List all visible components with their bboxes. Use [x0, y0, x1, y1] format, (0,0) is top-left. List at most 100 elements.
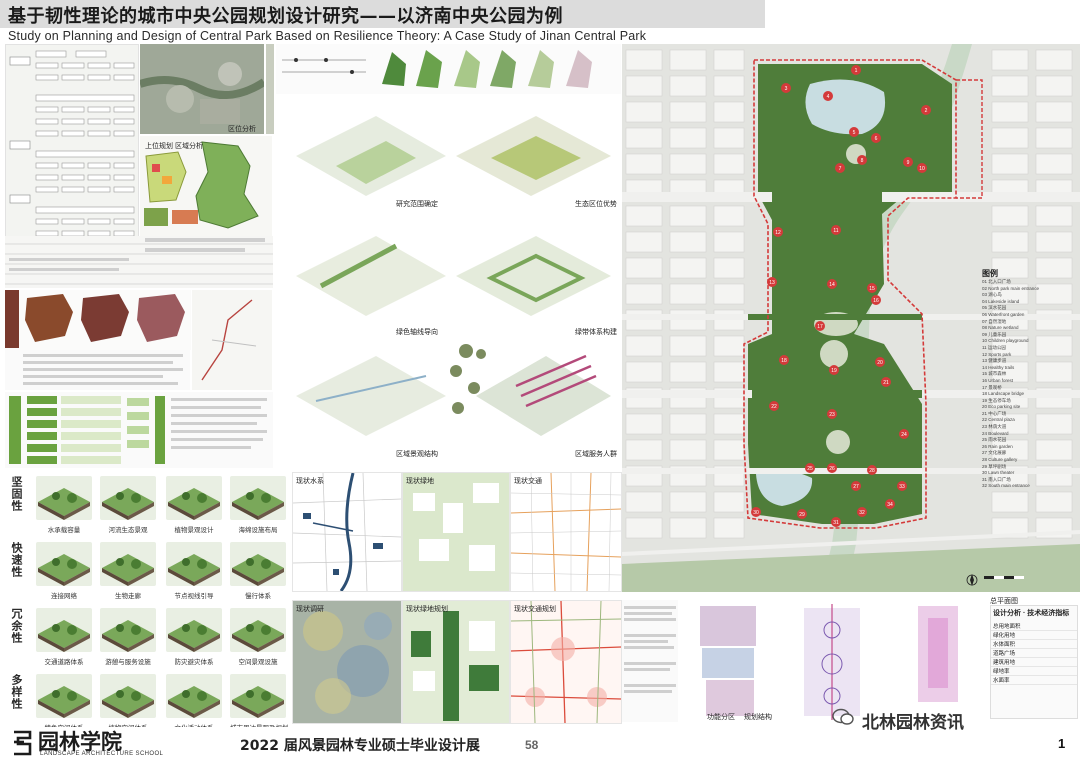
- label-traffic-plan: 现状交通规划: [514, 606, 556, 613]
- city-block: [991, 49, 1029, 71]
- city-block: [669, 413, 707, 435]
- resilience-item-caption: 空间景观设施: [238, 659, 278, 666]
- resilience-label-2: 冗余性: [10, 608, 22, 644]
- legend-entry: 20 Eco parking site: [982, 404, 1021, 410]
- city-block: [713, 413, 745, 435]
- city-block: [625, 491, 663, 513]
- resilience-diagram: [166, 476, 222, 520]
- resilience-item-caption: 连接网络: [51, 593, 77, 600]
- label-upper-planning: 上位规划 区域分析: [145, 143, 203, 150]
- city-block: [625, 205, 663, 227]
- park-node-number: 23: [829, 412, 835, 418]
- park-node-number: 22: [771, 404, 777, 410]
- park-node-number: 2: [925, 108, 928, 114]
- park-node-number: 8: [861, 158, 864, 164]
- plan-structure-map: [784, 600, 880, 722]
- label-water-system: 现状水系: [296, 478, 324, 485]
- park-node-number: 11: [833, 228, 838, 234]
- park-node-number: 25: [807, 466, 813, 472]
- city-block: [625, 439, 663, 461]
- city-block: [991, 231, 1029, 253]
- resilience-item-caption: 生物走廊: [115, 593, 141, 600]
- resilience-label-0: 坚固性: [10, 476, 22, 512]
- resilience-item-caption: 植物景观设计: [174, 527, 214, 534]
- park-node-number: 6: [875, 136, 878, 142]
- legend-entry: 17 景观桥: [982, 384, 1002, 390]
- city-block: [713, 257, 745, 279]
- park-node-number: 14: [829, 282, 835, 288]
- city-block: [625, 413, 663, 435]
- park-node-number: 28: [869, 468, 875, 474]
- city-block: [669, 439, 707, 461]
- park-node-number: 1: [855, 68, 858, 74]
- resilience-diagram: [166, 674, 222, 718]
- city-block: [713, 335, 745, 357]
- legend-entry: 26 Rain garden: [982, 443, 1013, 449]
- label-function-zone: 功能分区: [707, 714, 735, 721]
- map-water-system: [292, 472, 402, 592]
- function-zone-text: [622, 600, 678, 722]
- park-node-number: 27: [853, 484, 859, 490]
- city-block: [713, 49, 745, 71]
- map-traffic-status: [510, 472, 622, 592]
- resilience-item-caption: 防灾避灾体系: [174, 659, 214, 666]
- site-network-map: [192, 290, 272, 390]
- map-traffic-plan: [510, 600, 622, 724]
- tech-table-heading: 设计分析 · 技术经济指标: [993, 610, 1070, 617]
- region-satellite-map: [138, 44, 267, 134]
- legend-entry: 31 南入口广场: [982, 476, 1011, 482]
- park-node-number: 30: [753, 510, 759, 516]
- city-block: [1035, 205, 1073, 227]
- park-node-number: 3: [785, 86, 788, 92]
- park-node-number: 19: [831, 368, 837, 374]
- exhibition-title: 2022 届风景园林专业硕士毕业设计展: [240, 738, 480, 754]
- legend-entry: 14 Healthy trails: [982, 364, 1015, 370]
- resilience-item-caption: 慢行体系: [245, 593, 271, 600]
- suitability-maps: [5, 290, 191, 350]
- function-zone-map: [680, 600, 780, 722]
- city-block: [713, 205, 745, 227]
- legend-entry: 11 运动公园: [982, 344, 1006, 350]
- label-green-status: 现状绿地: [406, 478, 434, 485]
- resilience-diagram: [100, 608, 156, 652]
- legend-entry: 25 雨水花园: [982, 437, 1007, 443]
- city-block: [625, 361, 663, 383]
- park-node-number: 4: [827, 94, 830, 100]
- tech-table-row: 总用地面积: [991, 622, 1077, 631]
- park-node-number: 5: [853, 130, 856, 136]
- city-block: [625, 257, 663, 279]
- legend-entry: 07 自然湿地: [982, 318, 1007, 324]
- label-research-scope: 研究范围确定: [396, 201, 438, 208]
- park-node-number: 32: [859, 510, 865, 516]
- city-block: [1035, 231, 1073, 253]
- city-block: [713, 127, 745, 149]
- city-block: [669, 205, 707, 227]
- city-block: [669, 517, 707, 539]
- legend-entry: 06 Waterfront garden: [982, 311, 1025, 317]
- legend-entry: 05 滨水花园: [982, 305, 1007, 311]
- city-block: [713, 231, 745, 253]
- label-heat: 现状调研: [296, 606, 324, 613]
- legend-entry: 08 Nature wetland: [982, 325, 1019, 331]
- city-block: [713, 153, 745, 175]
- park-node-number: 7: [839, 166, 842, 172]
- city-block: [625, 49, 663, 71]
- school-name-en: LANDSCAPE ARCHITECTURE SCHOOL: [40, 751, 164, 757]
- park-node-number: 33: [899, 484, 905, 490]
- resilience-label-3: 多样性: [10, 674, 22, 710]
- legend-entry: 22 Central plaza: [982, 417, 1015, 423]
- exhibition-badge: 58: [525, 738, 539, 752]
- legend-entry: 15 城市森林: [982, 371, 1007, 377]
- city-block: [1035, 153, 1073, 175]
- legend-entry: 18 Landscape bridge: [982, 391, 1025, 397]
- city-block: [669, 335, 707, 357]
- tech-table-row: 水面率: [991, 676, 1077, 685]
- map-heat: [292, 600, 402, 724]
- tech-table-row: 道路广场: [991, 649, 1077, 658]
- legend-entry: 32 South main entrance: [982, 483, 1030, 489]
- park-node-number: 10: [919, 166, 925, 172]
- city-block: [713, 517, 745, 539]
- city-block: [713, 75, 745, 97]
- poster-subtitle: Study on Planning and Design of Central …: [8, 29, 647, 43]
- city-block: [669, 257, 707, 279]
